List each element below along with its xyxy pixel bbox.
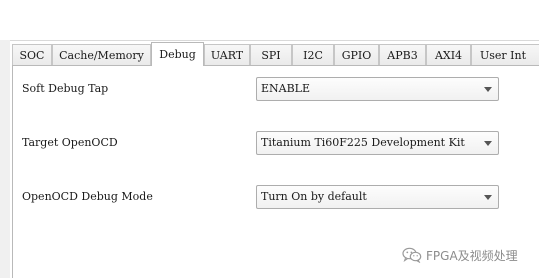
target-openocd-label: Target OpenOCD [22, 136, 118, 149]
tab-cache-memory[interactable]: Cache/Memory [52, 44, 151, 65]
window-top-strip [0, 0, 539, 41]
tab-bar: SOC Cache/Memory Debug UART SPI I2C GPIO… [12, 42, 539, 66]
tab-debug[interactable]: Debug [151, 42, 204, 66]
openocd-debug-mode-value: Turn On by default [261, 190, 367, 203]
soft-debug-tap-value: ENABLE [261, 82, 311, 95]
soft-debug-tap-dropdown[interactable]: ENABLE [256, 77, 499, 101]
openocd-debug-mode-dropdown[interactable]: Turn On by default [256, 185, 499, 209]
tab-uart[interactable]: UART [204, 44, 250, 65]
watermark: FPGA及视频处理 [402, 246, 518, 264]
tab-i2c[interactable]: I2C [292, 44, 334, 65]
chevron-down-icon [484, 141, 492, 146]
wechat-icon [402, 247, 422, 263]
target-openocd-dropdown[interactable]: Titanium Ti60F225 Development Kit [256, 131, 499, 155]
tab-apb3[interactable]: APB3 [379, 44, 426, 65]
tab-user-interface[interactable]: User Int [471, 44, 539, 65]
chevron-down-icon [484, 87, 492, 92]
target-openocd-value: Titanium Ti60F225 Development Kit [261, 136, 465, 149]
watermark-text: FPGA及视频处理 [426, 248, 518, 263]
tab-spi[interactable]: SPI [250, 44, 292, 65]
chevron-down-icon [484, 195, 492, 200]
left-gutter [0, 40, 10, 278]
tab-gpio[interactable]: GPIO [334, 44, 379, 65]
soft-debug-tap-label: Soft Debug Tap [22, 82, 109, 95]
tab-axi4[interactable]: AXI4 [426, 44, 471, 65]
openocd-debug-mode-label: OpenOCD Debug Mode [22, 190, 153, 203]
tab-soc[interactable]: SOC [12, 44, 52, 65]
